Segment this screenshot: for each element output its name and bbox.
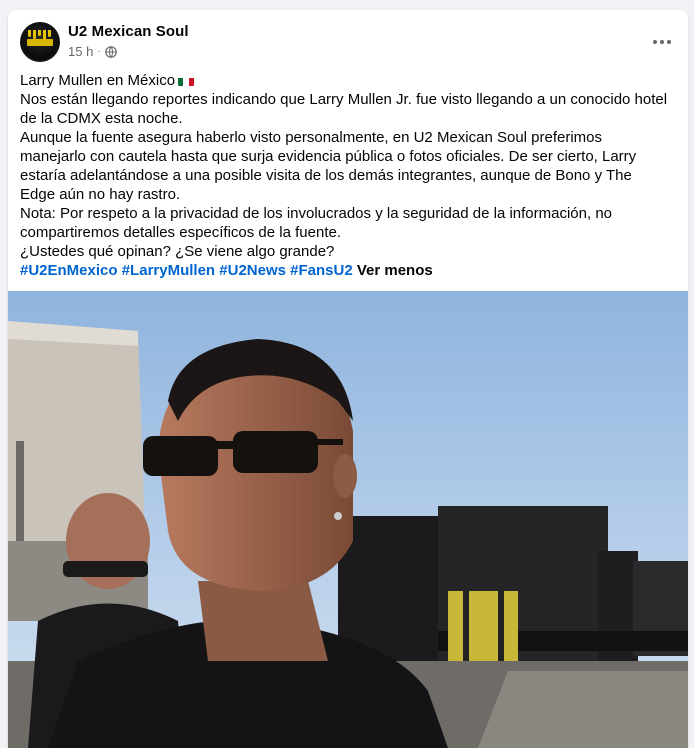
meta-separator: · [97, 46, 101, 57]
hashtag-line: #U2EnMexico #LarryMullen #U2News #FansU2… [20, 261, 670, 280]
post-photo[interactable] [8, 291, 688, 748]
post-timestamp[interactable]: 15 h [68, 44, 93, 59]
post-paragraph: Aunque la fuente asegura haberlo visto p… [20, 129, 637, 203]
more-options-button[interactable] [648, 28, 676, 56]
post-title-line: Larry Mullen en México [20, 71, 670, 90]
page-name-link[interactable]: U2 Mexican Soul [68, 23, 189, 40]
post-card: U2 Mexican Soul 15 h · Larry Mullen en M… [8, 10, 688, 748]
mexico-flag-icon [178, 75, 195, 86]
hashtag-link[interactable]: #FansU2 [290, 262, 353, 279]
post-paragraph: Nos están llegando reportes indicando qu… [20, 91, 668, 127]
post-header: U2 Mexican Soul 15 h · [8, 10, 688, 72]
see-less-button[interactable]: Ver menos [357, 262, 433, 279]
post-body: Larry Mullen en México Nos están llegand… [20, 71, 670, 280]
post-paragraph: ¿Ustedes qué opinan? ¿Se viene algo gran… [20, 243, 335, 260]
page-avatar[interactable] [20, 22, 60, 62]
hashtag-link[interactable]: #U2News [219, 262, 286, 279]
globe-icon [104, 45, 117, 58]
hashtag-link[interactable]: #LarryMullen [122, 262, 215, 279]
more-options-icon [653, 40, 657, 44]
post-paragraph: Nota: Por respeto a la privacidad de los… [20, 205, 613, 241]
photo-image [8, 291, 688, 748]
post-meta: 15 h · [68, 44, 117, 59]
hashtag-link[interactable]: #U2EnMexico [20, 262, 118, 279]
